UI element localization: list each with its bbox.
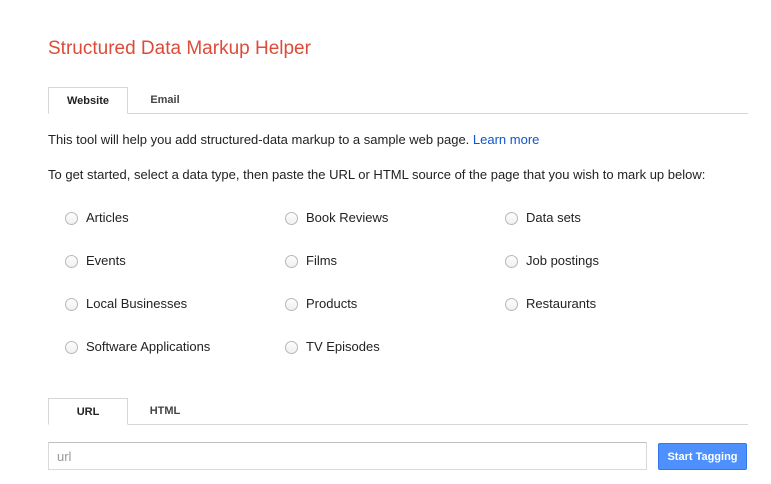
radio-button[interactable] [285, 341, 298, 354]
data-type-label: Events [86, 252, 126, 268]
data-type-films[interactable]: Films [285, 252, 337, 268]
data-type-label: Films [306, 252, 338, 268]
radio-button[interactable] [505, 298, 518, 311]
data-type-label: Data sets [526, 209, 581, 225]
instructions-text: To get started, select a data type, then… [48, 167, 706, 182]
data-type-label: Software Applications [86, 338, 211, 354]
intro-sentence: This tool will help you add structured-d… [48, 132, 473, 147]
data-type-label: Local Businesses [86, 295, 188, 311]
data-type-products[interactable]: Products [285, 295, 357, 311]
data-type-articles[interactable]: Articles [65, 209, 129, 225]
radio-button[interactable] [65, 212, 78, 225]
data-type-label: Job postings [526, 252, 599, 268]
radio-button[interactable] [285, 212, 298, 225]
data-type-tv-episodes[interactable]: TV Episodes [285, 338, 380, 354]
radio-button[interactable] [65, 298, 78, 311]
radio-button[interactable] [65, 255, 78, 268]
tab-email[interactable]: Email [130, 87, 200, 113]
input-tab-bar: URL HTML [48, 398, 748, 425]
radio-button[interactable] [285, 298, 298, 311]
markup-helper-page: Structured Data Markup Helper Website Em… [0, 0, 771, 484]
radio-button[interactable] [65, 341, 78, 354]
tab-website[interactable]: Website [48, 87, 128, 114]
source-tab-bar: Website Email [48, 87, 748, 114]
data-type-label: Book Reviews [306, 209, 389, 225]
data-type-restaurants[interactable]: Restaurants [505, 295, 596, 311]
data-type-label: TV Episodes [306, 338, 380, 354]
radio-button[interactable] [505, 255, 518, 268]
learn-more-link[interactable]: Learn more [473, 132, 539, 147]
data-type-label: Restaurants [526, 295, 597, 311]
data-type-job-postings[interactable]: Job postings [505, 252, 599, 268]
start-tagging-button[interactable]: Start Tagging [658, 443, 747, 470]
radio-button[interactable] [505, 212, 518, 225]
radio-button[interactable] [285, 255, 298, 268]
data-type-label: Articles [86, 209, 129, 225]
data-type-events[interactable]: Events [65, 252, 126, 268]
tab-url[interactable]: URL [48, 398, 128, 425]
data-type-book-reviews[interactable]: Book Reviews [285, 209, 388, 225]
data-type-label: Products [306, 295, 358, 311]
data-type-local-businesses[interactable]: Local Businesses [65, 295, 187, 311]
data-type-data-sets[interactable]: Data sets [505, 209, 581, 225]
page-title: Structured Data Markup Helper [48, 38, 311, 59]
data-type-software-applications[interactable]: Software Applications [65, 338, 210, 354]
tab-html[interactable]: HTML [130, 398, 200, 424]
url-input[interactable] [48, 442, 647, 470]
intro-text: This tool will help you add structured-d… [48, 132, 539, 147]
